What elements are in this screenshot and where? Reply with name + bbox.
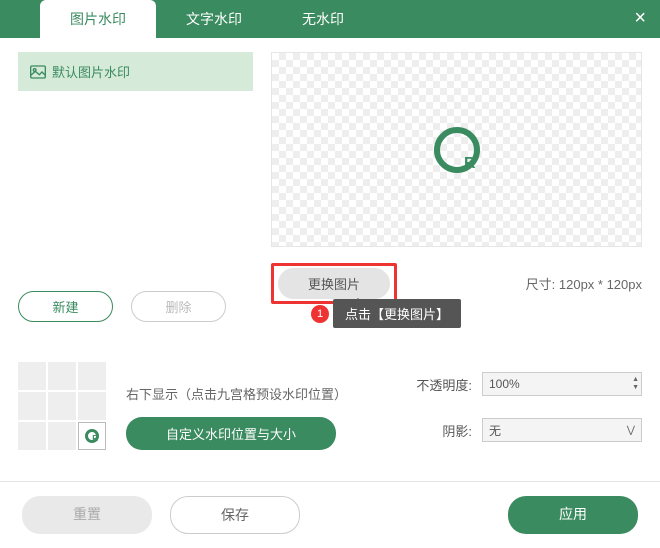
grid-bot-left[interactable]: [18, 422, 46, 450]
grid-mid-left[interactable]: [18, 392, 46, 420]
mini-logo-icon: [85, 429, 99, 443]
shadow-select[interactable]: 无 ⋁: [482, 418, 642, 442]
step-tooltip: 1 点击【更换图片】: [311, 299, 461, 328]
content-area: 默认图片水印 新建 删除 R 更换图片 尺寸: 120px * 120px: [0, 38, 660, 464]
reset-button[interactable]: 重置: [22, 496, 152, 534]
delete-button: 删除: [131, 291, 226, 322]
list-item-default[interactable]: 默认图片水印: [18, 52, 253, 91]
new-button[interactable]: 新建: [18, 291, 113, 322]
tooltip-text: 点击【更换图片】: [333, 299, 461, 328]
header-bar: 图片水印 文字水印 无水印 ×: [0, 0, 660, 38]
position-grid: [18, 362, 106, 450]
change-image-button[interactable]: 更换图片: [278, 268, 390, 299]
tab-no-watermark[interactable]: 无水印: [272, 0, 374, 38]
apply-button[interactable]: 应用: [508, 496, 638, 534]
image-icon: [30, 65, 46, 79]
chevron-down-icon: ⋁: [627, 425, 635, 436]
grid-mid-center[interactable]: [48, 392, 76, 420]
logo-icon: R: [434, 127, 480, 173]
watermark-list: 默认图片水印 新建 删除: [18, 52, 253, 322]
grid-bot-right[interactable]: [78, 422, 106, 450]
shadow-label: 阴影:: [412, 421, 472, 440]
grid-top-center[interactable]: [48, 362, 76, 390]
save-button[interactable]: 保存: [170, 496, 300, 534]
tab-text-watermark[interactable]: 文字水印: [156, 0, 272, 38]
close-icon[interactable]: ×: [634, 8, 646, 28]
list-item-label: 默认图片水印: [52, 62, 130, 81]
footer-bar: 重置 保存 应用: [0, 481, 660, 548]
highlight-box: 更换图片: [271, 263, 397, 304]
opacity-label: 不透明度:: [412, 375, 472, 394]
size-label: 尺寸: 120px * 120px: [526, 274, 642, 293]
tab-image-watermark[interactable]: 图片水印: [40, 0, 156, 38]
custom-position-button[interactable]: 自定义水印位置与大小: [126, 417, 336, 450]
grid-top-right[interactable]: [78, 362, 106, 390]
opacity-stepper[interactable]: 100% ▲▼: [482, 372, 642, 396]
step-badge: 1: [311, 305, 329, 323]
stepper-arrows-icon[interactable]: ▲▼: [632, 376, 639, 392]
grid-mid-right[interactable]: [78, 392, 106, 420]
grid-hint-label: 右下显示（点击九宫格预设水印位置）: [126, 384, 392, 403]
watermark-preview: R: [271, 52, 642, 247]
grid-bot-center[interactable]: [48, 422, 76, 450]
grid-top-left[interactable]: [18, 362, 46, 390]
